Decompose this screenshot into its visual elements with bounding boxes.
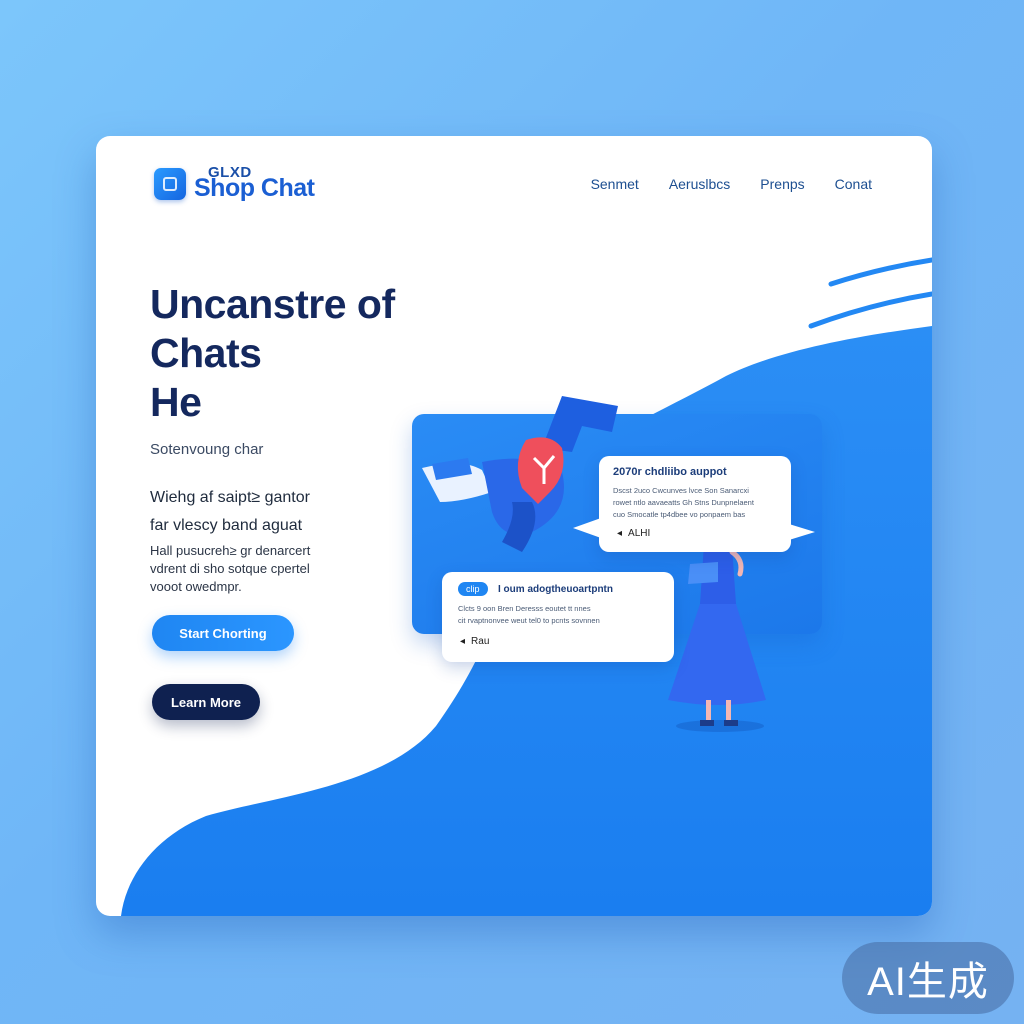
chat-bubble-2[interactable]: clip I oum adogtheuoartpntn Clcts 9 oon … — [442, 572, 674, 662]
nav-item-3[interactable]: Prenps — [760, 176, 804, 192]
brand-logo[interactable]: GLXD Shop Chat — [154, 164, 324, 204]
chat-bubble-2-title: I oum adogtheuoartpntn — [498, 584, 613, 595]
chat-bubble-1-line: rowet ntlo aavaeatts Gh Stns Dunpnelaent — [613, 498, 754, 507]
hero-title-line: Uncanstre of — [150, 281, 395, 327]
top-nav: Senmet Aeruslbcs Prenps Conat — [591, 176, 872, 192]
chat-bubble-1-line: cuo Smocatle tp4dbee vo ponpaem bas — [613, 510, 746, 519]
hero-title-line: He — [150, 379, 202, 425]
hero-lead-line: far vlescy band aguat — [150, 517, 303, 534]
brand-wordmark: GLXD Shop Chat — [194, 164, 324, 204]
hero-lead-line: Wiehg af saipt≥ gantor — [150, 489, 310, 506]
hero-body-line: vdrent di sho sotque cpertel — [150, 561, 310, 576]
start-chatting-button[interactable]: Start Chorting — [152, 615, 294, 651]
back-arrow-icon: ◂ — [460, 636, 466, 647]
chat-bubble-2-line: Clcts 9 oon Bren Deresss eoutet tt nnes — [458, 604, 591, 613]
chat-bubble-1-back-label: ALHI — [628, 528, 651, 539]
chat-bubble-1-back[interactable]: ◂ ALHI — [617, 528, 650, 539]
brand-name: Shop Chat — [194, 174, 315, 202]
chat-bubble-1-title: 2070r chdliibo auppot — [613, 466, 727, 478]
hero-subtitle: Sotenvoung char — [150, 441, 264, 458]
hero-body-line: vooot owedmpr. — [150, 579, 242, 594]
chat-bubble-2-line: cit rvaptnonvee weut tel0 to pcnts sovnn… — [458, 616, 600, 625]
chat-bubble-2-pill: clip — [458, 582, 488, 596]
nav-item-4[interactable]: Conat — [835, 176, 872, 192]
hero-section: Uncanstre of Chats He Sotenvoung char Wi… — [150, 280, 450, 596]
chat-bubble-2-back-label: Rau — [471, 636, 490, 647]
hero-title: Uncanstre of Chats He — [150, 280, 450, 427]
nav-item-2[interactable]: Aeruslbcs — [669, 176, 730, 192]
landing-card: GLXD Shop Chat Senmet Aeruslbcs Prenps C… — [96, 136, 932, 916]
back-arrow-icon: ◂ — [617, 528, 623, 539]
hero-lead: Wiehg af saipt≥ gantor far vlescy band a… — [150, 484, 450, 540]
learn-more-button[interactable]: Learn More — [152, 684, 260, 720]
hero-body-line: Hall pusucreh≥ gr denarcert — [150, 543, 311, 558]
hero-body: Hall pusucreh≥ gr denarcert vdrent di sh… — [150, 542, 450, 596]
nav-item-1[interactable]: Senmet — [591, 176, 639, 192]
hero-title-line: Chats — [150, 330, 262, 376]
chat-bubble-2-back[interactable]: ◂ Rau — [460, 636, 489, 647]
chat-bubble-1[interactable]: 2070r chdliibo auppot Dscst 2uco Cwcunve… — [573, 456, 815, 552]
chat-bubble-1-line: Dscst 2uco Cwcunves lvce Son Sanarcxi — [613, 486, 749, 495]
ai-generated-badge: AI生成 — [842, 942, 1014, 1014]
logo-icon — [154, 168, 186, 200]
